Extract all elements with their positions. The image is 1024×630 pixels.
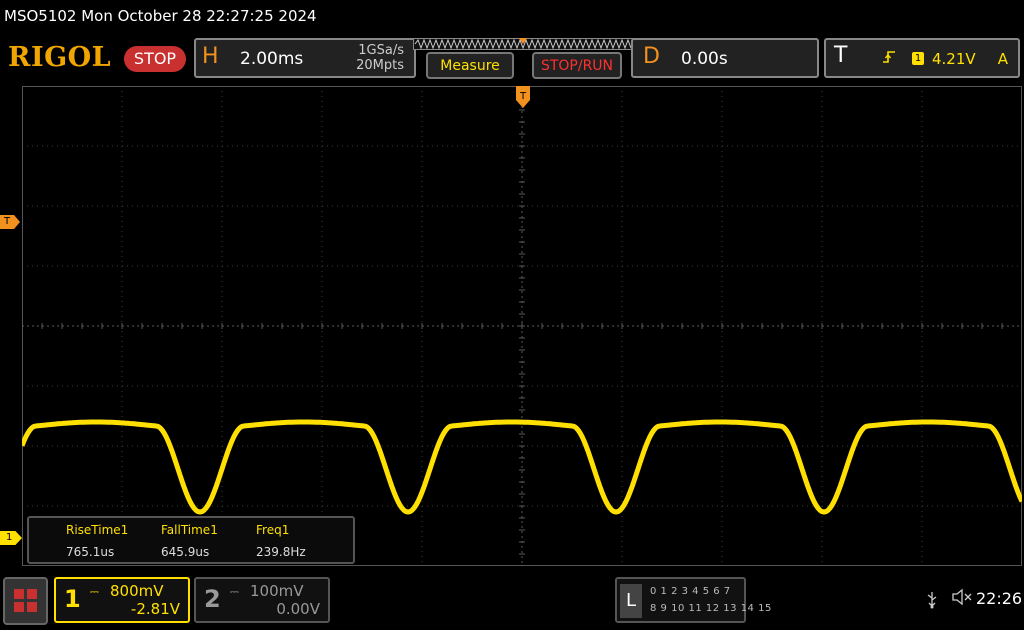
delay-letter: D bbox=[643, 44, 660, 69]
delay-value: 0.00s bbox=[681, 49, 728, 69]
delay-panel[interactable]: D 0.00s bbox=[631, 38, 819, 78]
trigger-level-marker[interactable]: T bbox=[0, 215, 20, 229]
waveform-display[interactable] bbox=[22, 86, 1022, 566]
graticule bbox=[22, 86, 1022, 566]
measurement-panel[interactable]: RiseTime1 765.1us FallTime1 645.9us Freq… bbox=[27, 516, 355, 564]
measure-button[interactable]: Measure bbox=[426, 52, 514, 79]
trigger-source-badge: 1 bbox=[912, 52, 924, 65]
measure-label-freq: Freq1 bbox=[256, 523, 290, 537]
speaker-muted-icon[interactable] bbox=[951, 588, 973, 610]
channel-2-offset: 0.00V bbox=[276, 600, 320, 618]
logic-letter: L bbox=[620, 584, 642, 618]
logic-channels-row-1: 0 1 2 3 4 5 6 7 bbox=[650, 586, 731, 597]
trigger-level-value: 4.21V bbox=[932, 50, 976, 68]
menu-grid-icon bbox=[14, 589, 37, 612]
measure-label-risetime: RiseTime1 bbox=[66, 523, 129, 537]
logic-channels-row-2: 8 9 10 11 12 13 14 15 bbox=[650, 603, 772, 614]
channel-2-scale: 100mV bbox=[250, 582, 304, 600]
horizontal-timebase-panel[interactable]: H 2.00ms 1GSa/s 20Mpts bbox=[194, 38, 416, 78]
trigger-letter: T bbox=[834, 43, 848, 68]
measure-label-falltime: FallTime1 bbox=[161, 523, 218, 537]
trigger-position-marker[interactable]: T bbox=[516, 86, 530, 108]
memory-depth: 20Mpts bbox=[356, 58, 404, 73]
channel-1-number: 1 bbox=[64, 585, 81, 613]
rigol-logo: RIGOL bbox=[8, 42, 112, 73]
timebase-value: 2.00ms bbox=[240, 49, 304, 69]
measure-value-falltime: 645.9us bbox=[161, 545, 210, 559]
trigger-panel[interactable]: T 1 4.21V A bbox=[824, 38, 1020, 78]
memory-position-bar bbox=[413, 38, 633, 50]
channel-1-panel[interactable]: 1 ⎓ 800mV -2.81V bbox=[54, 577, 190, 623]
stop-run-button[interactable]: STOP/RUN bbox=[532, 52, 622, 79]
system-clock: 22:26 bbox=[976, 589, 1023, 608]
measure-value-risetime: 765.1us bbox=[66, 545, 115, 559]
trigger-mode: A bbox=[997, 50, 1008, 68]
rising-edge-icon bbox=[882, 50, 896, 68]
ch1-ground-marker[interactable]: 1 bbox=[0, 531, 22, 545]
sample-rate: 1GSa/s bbox=[358, 43, 404, 58]
run-status-badge: STOP bbox=[124, 46, 186, 72]
channel-2-number: 2 bbox=[204, 585, 221, 613]
dc-coupling-icon: ⎓ bbox=[230, 585, 239, 598]
window-title: MSO5102 Mon October 28 22:27:25 2024 bbox=[4, 7, 317, 25]
channel-2-panel[interactable]: 2 ⎓ 100mV 0.00V bbox=[194, 577, 330, 623]
horizontal-letter: H bbox=[202, 44, 219, 69]
menu-button[interactable] bbox=[3, 577, 48, 625]
dc-coupling-icon: ⎓ bbox=[90, 585, 99, 598]
usb-icon bbox=[926, 591, 938, 613]
measure-value-freq: 239.8Hz bbox=[256, 545, 306, 559]
channel-1-scale: 800mV bbox=[110, 582, 164, 600]
logic-analyzer-panel[interactable]: L 0 1 2 3 4 5 6 7 8 9 10 11 12 13 14 15 bbox=[615, 577, 771, 623]
sample-info: 1GSa/s 20Mpts bbox=[356, 43, 404, 73]
channel-1-offset: -2.81V bbox=[130, 600, 180, 618]
svg-text:T: T bbox=[519, 91, 527, 102]
